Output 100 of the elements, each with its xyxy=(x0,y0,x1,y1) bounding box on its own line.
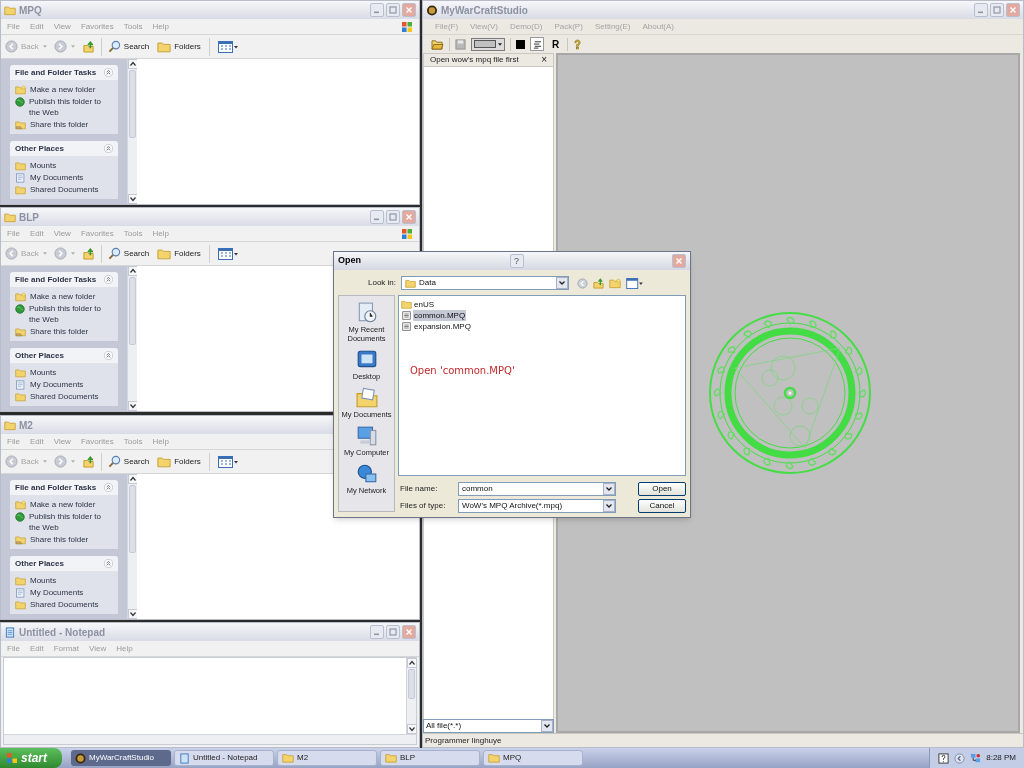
task-link[interactable]: Mounts xyxy=(30,367,110,378)
scroll-up-icon[interactable] xyxy=(407,658,417,668)
task-link[interactable]: Publish this folder to the Web xyxy=(29,511,109,533)
task-link[interactable]: Publish this folder to the Web xyxy=(29,96,109,118)
up-folder-icon[interactable] xyxy=(81,40,95,53)
fill-swatch-icon[interactable] xyxy=(516,39,525,49)
chevron-left-icon[interactable] xyxy=(954,752,966,764)
caret-icon[interactable] xyxy=(70,460,75,463)
file-name-field[interactable]: common xyxy=(458,482,616,496)
close-button[interactable] xyxy=(402,3,416,17)
search-button[interactable]: Search xyxy=(107,455,150,468)
close-button[interactable]: × xyxy=(541,55,547,65)
close-button[interactable] xyxy=(1006,3,1020,17)
views-menu-icon[interactable] xyxy=(217,455,238,468)
taskbar-button[interactable]: M2 xyxy=(277,750,377,766)
help-icon[interactable] xyxy=(573,38,583,50)
scroll-up-icon[interactable] xyxy=(128,474,138,484)
filter-dropdown[interactable]: All file(*.*) xyxy=(423,719,554,733)
file-entry[interactable]: enUS xyxy=(401,299,435,310)
collapse-icon[interactable] xyxy=(104,559,113,568)
up-folder-icon[interactable] xyxy=(593,277,605,289)
search-button[interactable]: Search xyxy=(107,40,150,53)
taskbar-button[interactable]: MyWarCraftStudio xyxy=(71,750,171,766)
open-folder-icon[interactable] xyxy=(431,38,444,50)
views-menu-icon[interactable] xyxy=(217,247,238,260)
task-link[interactable]: Make a new folder xyxy=(30,84,110,95)
task-link[interactable]: Publish this folder to the Web xyxy=(29,303,109,325)
taskbar-button[interactable]: MPQ xyxy=(483,750,583,766)
task-link[interactable]: Make a new folder xyxy=(30,291,110,302)
caret-icon[interactable] xyxy=(42,252,47,255)
task-link[interactable]: My Documents xyxy=(30,587,110,598)
vertical-scrollbar[interactable] xyxy=(127,59,137,204)
close-button[interactable] xyxy=(402,210,416,224)
caret-icon[interactable] xyxy=(42,460,47,463)
up-folder-icon[interactable] xyxy=(81,455,95,468)
look-in-dropdown[interactable]: Data xyxy=(401,276,570,290)
maximize-button[interactable] xyxy=(386,210,400,224)
scroll-up-icon[interactable] xyxy=(128,59,138,69)
views-menu-icon[interactable] xyxy=(217,40,238,53)
forward-button-icon[interactable] xyxy=(53,40,67,53)
up-folder-icon[interactable] xyxy=(81,247,95,260)
task-link[interactable]: Share this folder xyxy=(30,326,110,337)
collapse-icon[interactable] xyxy=(104,275,113,284)
save-icon[interactable] xyxy=(455,38,466,50)
folders-button[interactable]: Folders xyxy=(157,455,201,468)
task-link[interactable]: My Documents xyxy=(30,379,110,390)
forward-button-icon[interactable] xyxy=(53,247,67,260)
back-icon[interactable] xyxy=(577,277,589,289)
scrollbar-thumb[interactable] xyxy=(129,485,136,553)
scrollbar-thumb[interactable] xyxy=(129,70,136,138)
collapse-icon[interactable] xyxy=(104,144,113,153)
scrollbar-thumb[interactable] xyxy=(408,669,415,699)
maximize-button[interactable] xyxy=(386,3,400,17)
scrollbar-thumb[interactable] xyxy=(129,277,136,345)
task-link[interactable]: My Documents xyxy=(30,172,110,183)
task-link[interactable]: Shared Documents xyxy=(30,599,110,610)
minimize-button[interactable] xyxy=(370,210,384,224)
close-button[interactable] xyxy=(402,625,416,639)
collapse-icon[interactable] xyxy=(104,483,113,492)
file-type-dropdown[interactable]: WoW's MPQ Archive(*.mpq) xyxy=(458,499,616,513)
search-button[interactable]: Search xyxy=(107,247,150,260)
taskbar-button[interactable]: Untitled - Notepad xyxy=(174,750,274,766)
close-button[interactable] xyxy=(672,254,686,268)
task-link[interactable]: Make a new folder xyxy=(30,499,110,510)
task-link[interactable]: Share this folder xyxy=(30,534,110,545)
file-entry[interactable]: expansion.MPQ xyxy=(401,321,472,332)
forward-button-icon[interactable] xyxy=(53,455,67,468)
vertical-scrollbar[interactable] xyxy=(127,474,137,619)
caret-icon[interactable] xyxy=(70,252,75,255)
task-link[interactable]: Mounts xyxy=(30,575,110,586)
vertical-scrollbar[interactable] xyxy=(127,266,137,411)
folders-button[interactable]: Folders xyxy=(157,247,201,260)
help-icon[interactable] xyxy=(938,752,950,764)
taskbar-button[interactable]: BLP xyxy=(380,750,480,766)
task-link[interactable]: Shared Documents xyxy=(30,391,110,402)
task-link[interactable]: Shared Documents xyxy=(30,184,110,195)
minimize-button[interactable] xyxy=(370,625,384,639)
task-link[interactable]: Share this folder xyxy=(30,119,110,130)
dialog-button[interactable]: Open xyxy=(638,482,686,496)
maximize-button[interactable] xyxy=(990,3,1004,17)
minimize-button[interactable] xyxy=(370,3,384,17)
scroll-up-icon[interactable] xyxy=(128,266,138,276)
text-style-button[interactable] xyxy=(530,37,544,51)
vertical-scrollbar[interactable] xyxy=(406,658,416,734)
help-button[interactable]: ? xyxy=(509,254,524,268)
scroll-down-icon[interactable] xyxy=(407,724,417,734)
new-folder-icon[interactable] xyxy=(609,277,622,289)
r-button[interactable]: R xyxy=(549,36,563,52)
maximize-button[interactable] xyxy=(386,625,400,639)
minimize-button[interactable] xyxy=(974,3,988,17)
color-dropdown[interactable] xyxy=(471,37,505,51)
collapse-icon[interactable] xyxy=(104,68,113,77)
caret-icon[interactable] xyxy=(42,45,47,48)
views-menu-icon[interactable] xyxy=(626,277,644,289)
folders-button[interactable]: Folders xyxy=(157,40,201,53)
caret-icon[interactable] xyxy=(70,45,75,48)
task-link[interactable]: Mounts xyxy=(30,160,110,171)
dialog-button[interactable]: Cancel xyxy=(638,499,686,513)
collapse-icon[interactable] xyxy=(104,351,113,360)
network-icon[interactable] xyxy=(970,752,982,764)
